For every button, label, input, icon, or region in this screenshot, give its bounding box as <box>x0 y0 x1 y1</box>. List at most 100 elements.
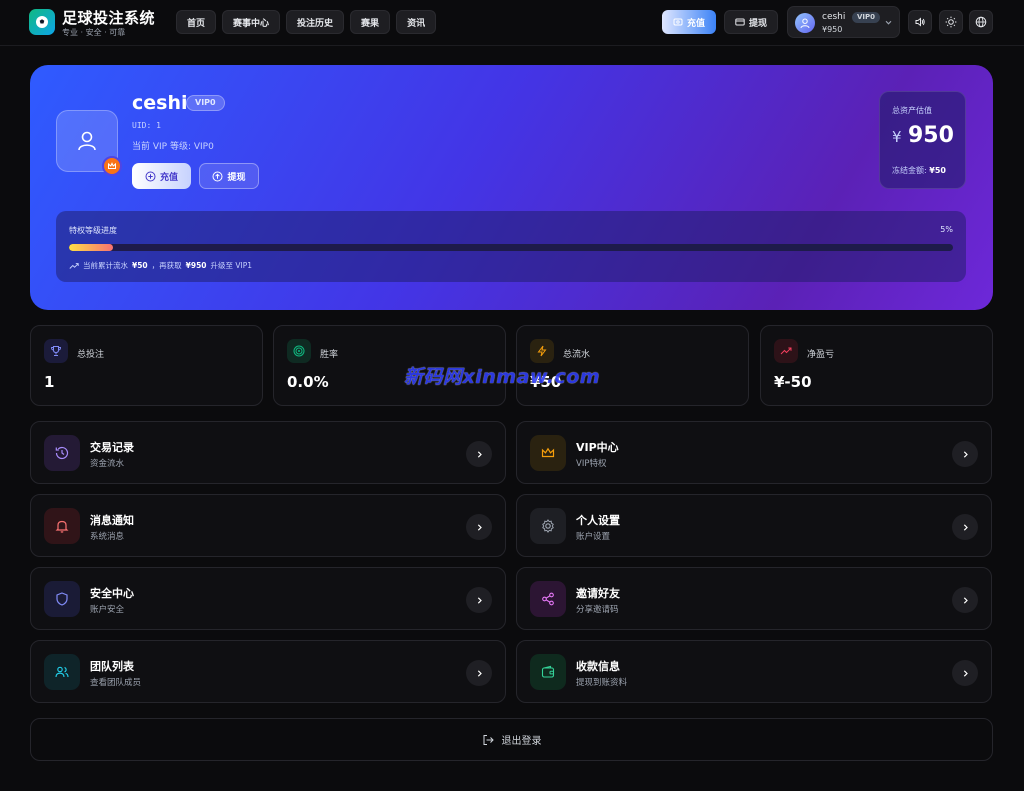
menu-settings[interactable]: 个人设置 账户设置 <box>516 494 992 557</box>
top-bar: 足球投注系统 专业 · 安全 · 可靠 首页 赛事中心 投注历史 赛果 资讯 充… <box>0 0 1024 46</box>
vip-progress-panel: 特权等级进度 5% 当前累计流水 ¥50 ，再获取 ¥950 升级至 VIP1 <box>56 211 966 282</box>
top-withdraw-label: 提现 <box>748 18 767 29</box>
menu-title: 收款信息 <box>576 660 620 673</box>
profile-name: ceshi <box>132 92 188 114</box>
chevron-right-icon[interactable] <box>952 514 978 540</box>
note-flow: ¥50 <box>132 261 148 270</box>
profile-vip-badge: VIP0 <box>186 95 225 111</box>
progress-track <box>69 244 953 251</box>
wallet-icon <box>541 665 555 678</box>
card-icon <box>735 18 745 26</box>
menu-vip-center[interactable]: VIP中心 VIP特权 <box>516 421 992 484</box>
main-nav: 首页 赛事中心 投注历史 赛果 资讯 <box>176 10 437 34</box>
menu-subtitle: 账户设置 <box>576 532 611 542</box>
menu-title: VIP中心 <box>576 441 619 454</box>
logo[interactable] <box>29 9 55 35</box>
menu-icon-wrap <box>530 654 566 690</box>
chevron-down-icon <box>885 20 892 25</box>
user-menu[interactable]: ceshi VIP0 ¥950 <box>787 6 900 38</box>
menu-payment-info[interactable]: 收款信息 提现到账资料 <box>516 640 992 703</box>
menu-transactions[interactable]: 交易记录 资金流水 <box>30 421 506 484</box>
menu-icon-wrap <box>530 508 566 544</box>
nav-results[interactable]: 赛果 <box>350 10 391 34</box>
sun-icon <box>945 16 957 28</box>
theme-toggle-button[interactable] <box>939 10 963 34</box>
chevron-right-icon[interactable] <box>466 441 492 467</box>
trophy-icon <box>51 346 61 356</box>
progress-fill <box>69 244 114 251</box>
user-name: ceshi <box>822 12 846 22</box>
menu-invite-friends[interactable]: 邀请好友 分享邀请码 <box>516 567 992 630</box>
asset-summary: 总资产估值 ¥ 950 冻结金额: ¥50 <box>879 91 966 189</box>
watermark: 新码网xinmaw.com <box>404 366 601 388</box>
wallet-icon <box>673 18 683 26</box>
top-recharge-button[interactable]: 充值 <box>662 10 716 34</box>
recharge-button[interactable]: 充值 <box>132 163 191 189</box>
recharge-label: 充值 <box>159 172 178 183</box>
nav-match-center[interactable]: 赛事中心 <box>222 10 281 34</box>
users-icon <box>55 666 69 678</box>
chevron-right-icon[interactable] <box>952 660 978 686</box>
stat-label: 总流水 <box>563 350 591 360</box>
nav-news[interactable]: 资讯 <box>396 10 437 34</box>
menu-subtitle: 账户安全 <box>90 605 125 615</box>
chevron-right-icon[interactable] <box>466 660 492 686</box>
user-vip-badge: VIP0 <box>852 12 881 23</box>
menu-subtitle: VIP特权 <box>576 459 607 469</box>
note-prefix: 当前累计流水 <box>83 261 128 270</box>
chevron-right-icon[interactable] <box>466 514 492 540</box>
logout-label: 退出登录 <box>501 736 542 747</box>
stat-label: 胜率 <box>320 350 339 360</box>
profile-vip-level: 当前 VIP 等级: VIP0 <box>132 142 214 152</box>
user-icon <box>78 131 96 151</box>
stat-value: ¥-50 <box>774 373 812 391</box>
stat-icon-wrap <box>287 339 311 363</box>
nav-home[interactable]: 首页 <box>176 10 217 34</box>
plus-circle-icon <box>145 171 156 181</box>
note-mid: ，再获取 <box>151 261 182 270</box>
menu-notifications[interactable]: 消息通知 系统消息 <box>30 494 506 557</box>
trending-up-icon <box>780 347 792 355</box>
chevron-right-icon[interactable] <box>466 587 492 613</box>
stat-icon-wrap <box>44 339 68 363</box>
menu-title: 安全中心 <box>90 587 134 600</box>
menu-security[interactable]: 安全中心 账户安全 <box>30 567 506 630</box>
frozen-value: ¥50 <box>929 166 946 175</box>
arrow-up-circle-icon <box>212 171 223 181</box>
asset-label: 总资产估值 <box>892 106 932 115</box>
language-button[interactable] <box>969 10 993 34</box>
stat-net-profit: 净盈亏 ¥-50 <box>760 325 993 406</box>
menu-title: 邀请好友 <box>576 587 620 600</box>
globe-icon <box>975 16 987 28</box>
shield-icon <box>56 592 68 606</box>
user-icon <box>800 18 810 29</box>
profile-uid: UID: 1 <box>132 121 161 130</box>
stat-label: 总投注 <box>77 350 105 360</box>
volume-button[interactable] <box>908 10 932 34</box>
menu-team-list[interactable]: 团队列表 查看团队成员 <box>30 640 506 703</box>
chevron-right-icon[interactable] <box>952 441 978 467</box>
volume-icon <box>915 17 925 27</box>
logout-button[interactable]: 退出登录 <box>30 718 993 761</box>
chevron-right-icon[interactable] <box>952 587 978 613</box>
menu-subtitle: 查看团队成员 <box>90 678 142 688</box>
crown-icon <box>541 447 555 458</box>
menu-icon-wrap <box>530 581 566 617</box>
asset-value: 950 <box>908 123 954 148</box>
brand-title: 足球投注系统 <box>62 9 156 27</box>
stat-total-bets: 总投注 1 <box>30 325 263 406</box>
top-withdraw-button[interactable]: 提现 <box>724 10 778 34</box>
soccer-ball-icon <box>36 16 48 28</box>
menu-subtitle: 资金流水 <box>90 459 125 469</box>
menu-title: 个人设置 <box>576 514 620 527</box>
bell-icon <box>55 520 69 533</box>
nav-bet-history[interactable]: 投注历史 <box>286 10 345 34</box>
progress-note: 当前累计流水 ¥50 ，再获取 ¥950 升级至 VIP1 <box>69 260 252 271</box>
withdraw-label: 提现 <box>227 172 246 183</box>
menu-icon-wrap <box>530 435 566 471</box>
withdraw-button[interactable]: 提现 <box>199 163 259 189</box>
stat-icon-wrap <box>774 339 798 363</box>
menu-title: 团队列表 <box>90 660 134 673</box>
share-icon <box>542 592 554 606</box>
trending-up-icon <box>69 262 79 269</box>
